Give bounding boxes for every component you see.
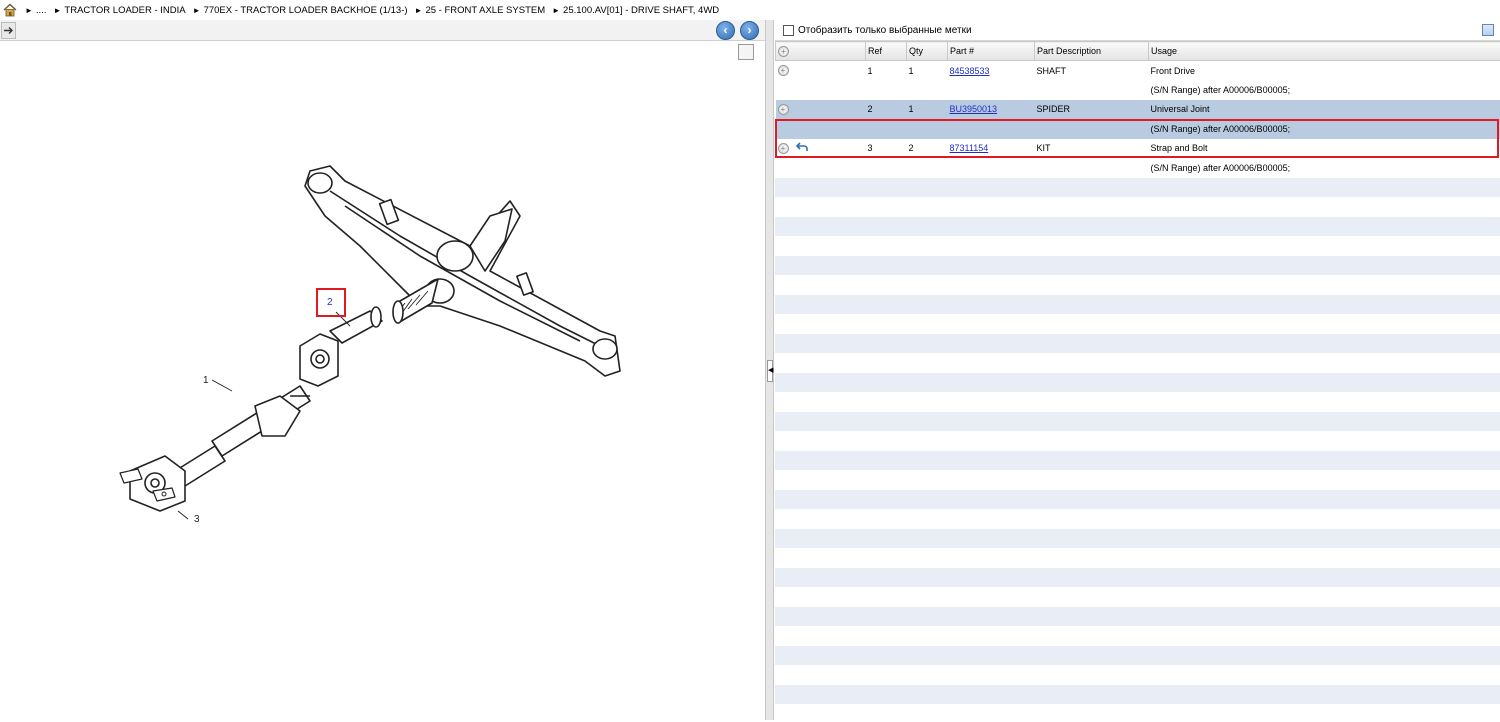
diagram-toolbar: ‹ › — [0, 20, 765, 41]
empty-row — [775, 353, 1500, 373]
header-part-number[interactable]: Part # — [948, 42, 1035, 61]
empty-row — [775, 665, 1500, 685]
list-view-icon[interactable] — [1482, 24, 1494, 36]
empty-row — [775, 275, 1500, 295]
empty-row — [775, 412, 1500, 432]
row-usage: Strap and Bolt — [1149, 139, 1500, 159]
empty-row — [775, 626, 1500, 646]
empty-row — [775, 431, 1500, 451]
empty-row — [775, 568, 1500, 588]
table-row-note: (S/N Range) after A00006/B00005; — [776, 119, 1500, 139]
row-note: (S/N Range) after A00006/B00005; — [1149, 158, 1500, 178]
empty-row — [775, 334, 1500, 354]
add-circle-icon[interactable]: + — [778, 104, 789, 115]
breadcrumb: ►.... ►TRACTOR LOADER - INDIA ►770EX - T… — [0, 0, 1500, 20]
empty-row — [775, 509, 1500, 529]
parts-list-pane: Отобразить только выбранные метки + Ref … — [775, 20, 1500, 720]
empty-row — [775, 373, 1500, 393]
table-row-note: (S/N Range) after A00006/B00005; — [776, 158, 1500, 178]
row-note: (S/N Range) after A00006/B00005; — [1149, 80, 1500, 100]
row-qty: 1 — [907, 100, 948, 120]
part-number-link[interactable]: 84538533 — [950, 66, 990, 76]
empty-row — [775, 548, 1500, 568]
row-qty: 2 — [907, 139, 948, 159]
empty-row — [775, 392, 1500, 412]
breadcrumb-item-root[interactable]: ►.... — [25, 5, 46, 16]
empty-row — [775, 236, 1500, 256]
empty-row — [775, 295, 1500, 315]
parts-diagram: 1 2 3 — [0, 41, 765, 720]
pane-splitter[interactable]: ◀ — [765, 20, 774, 720]
empty-table-area — [775, 178, 1500, 705]
table-header-row: + Ref Qty Part # Part Description Usage — [776, 42, 1500, 61]
parts-table: + Ref Qty Part # Part Description Usage … — [775, 41, 1500, 178]
empty-row — [775, 529, 1500, 549]
row-usage: Universal Joint — [1149, 100, 1500, 120]
header-usage[interactable]: Usage — [1149, 42, 1500, 61]
table-row[interactable]: + 3 2 87311154 KIT Strap and Bolt — [776, 139, 1500, 159]
home-icon[interactable] — [3, 3, 17, 17]
add-circle-icon[interactable]: + — [778, 65, 789, 76]
filter-bar: Отобразить только выбранные метки — [775, 20, 1500, 41]
row-note: (S/N Range) after A00006/B00005; — [1149, 119, 1500, 139]
empty-row — [775, 646, 1500, 666]
empty-row — [775, 587, 1500, 607]
row-ref: 2 — [866, 100, 907, 120]
header-description[interactable]: Part Description — [1035, 42, 1149, 61]
return-arrow-icon[interactable] — [796, 142, 808, 154]
back-arrow-icon[interactable]: ‹ — [716, 21, 735, 40]
part-number-link[interactable]: 87311154 — [950, 143, 989, 153]
row-ref: 3 — [866, 139, 907, 159]
callout-3[interactable]: 3 — [194, 514, 200, 525]
row-ref: 1 — [866, 61, 907, 81]
row-description: SHAFT — [1035, 61, 1149, 81]
header-ref[interactable]: Ref — [866, 42, 907, 61]
empty-row — [775, 685, 1500, 705]
empty-row — [775, 197, 1500, 217]
empty-row — [775, 470, 1500, 490]
breadcrumb-item-product-line[interactable]: ►TRACTOR LOADER - INDIA — [53, 5, 185, 16]
row-description: KIT — [1035, 139, 1149, 159]
empty-row — [775, 490, 1500, 510]
callout-1[interactable]: 1 — [203, 375, 209, 386]
callout-2[interactable]: 2 — [327, 297, 333, 308]
header-qty[interactable]: Qty — [907, 42, 948, 61]
header-actions[interactable]: + — [776, 42, 866, 61]
row-usage: Front Drive — [1149, 61, 1500, 81]
empty-row — [775, 178, 1500, 198]
table-row-selected[interactable]: + 2 1 BU3950013 SPIDER Universal Joint — [776, 100, 1500, 120]
empty-row — [775, 256, 1500, 276]
table-row[interactable]: + 1 1 84538533 SHAFT Front Drive — [776, 61, 1500, 81]
empty-row — [775, 314, 1500, 334]
table-row-note: (S/N Range) after A00006/B00005; — [776, 80, 1500, 100]
row-qty: 1 — [907, 61, 948, 81]
forward-arrow-icon[interactable]: › — [740, 21, 759, 40]
breadcrumb-item-model[interactable]: ►770EX - TRACTOR LOADER BACKHOE (1/13-) — [193, 5, 408, 16]
part-number-link[interactable]: BU3950013 — [950, 104, 998, 114]
show-selected-only-checkbox[interactable] — [783, 25, 794, 36]
row-description: SPIDER — [1035, 100, 1149, 120]
show-selected-only-label[interactable]: Отобразить только выбранные метки — [798, 25, 972, 36]
breadcrumb-item-system[interactable]: ►25 - FRONT AXLE SYSTEM — [415, 5, 546, 16]
add-circle-icon[interactable]: + — [778, 46, 789, 57]
drive-shaft-illustration: 1 2 3 — [0, 41, 765, 720]
empty-row — [775, 607, 1500, 627]
collapse-arrow-icon[interactable]: ◀ — [767, 360, 773, 382]
fit-view-icon[interactable] — [738, 44, 754, 60]
empty-row — [775, 451, 1500, 471]
empty-row — [775, 217, 1500, 237]
export-icon[interactable] — [1, 22, 16, 39]
add-circle-icon[interactable]: + — [778, 143, 789, 154]
breadcrumb-item-section[interactable]: ►25.100.AV[01] - DRIVE SHAFT, 4WD — [552, 5, 719, 16]
